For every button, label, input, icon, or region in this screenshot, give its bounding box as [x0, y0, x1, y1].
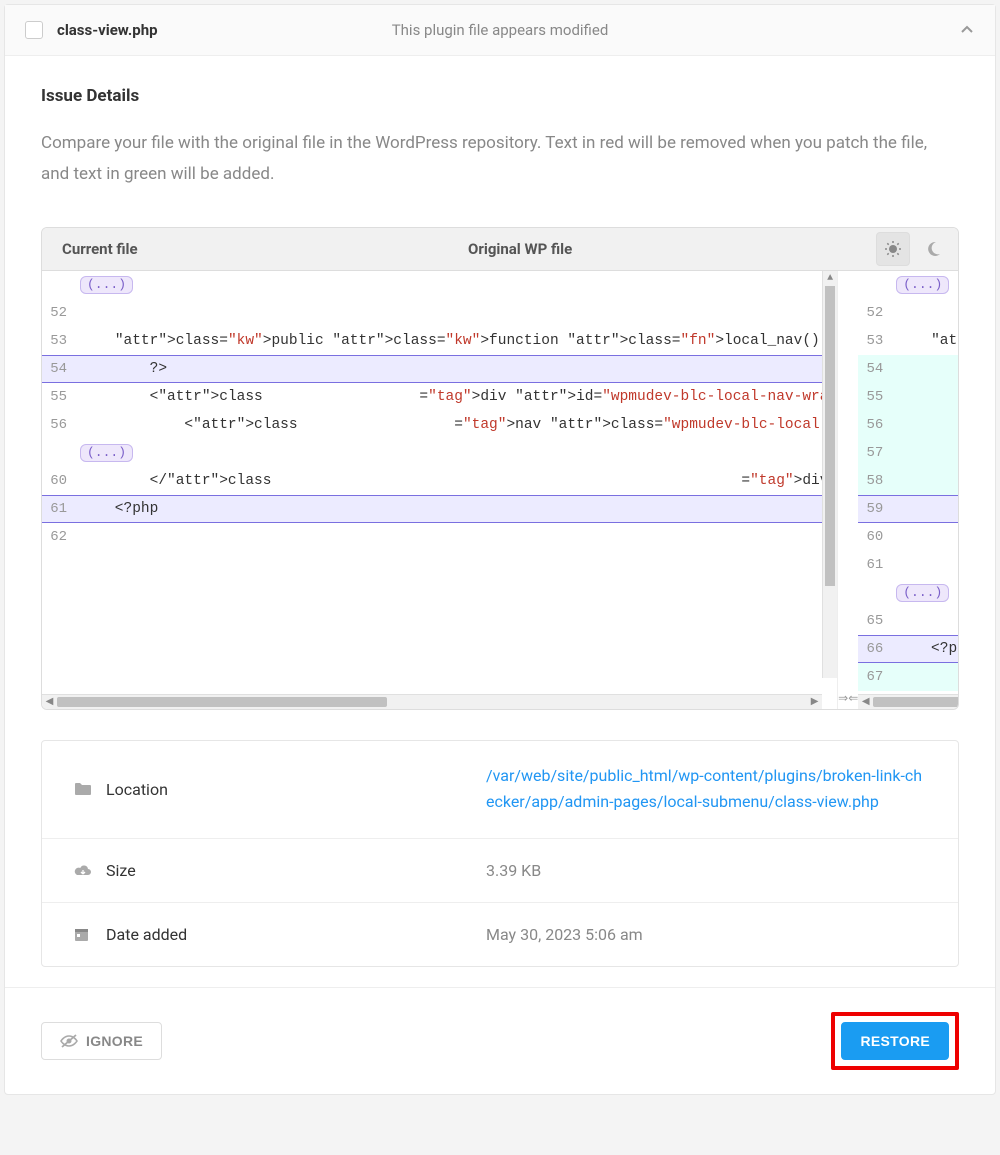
eye-off-icon [60, 1034, 78, 1048]
code-line: 61 <?php [42, 495, 837, 523]
code-line: 53 "attr">class="kw">public "attr">class… [858, 327, 959, 355]
section-description: Compare your file with the original file… [41, 128, 959, 191]
diff-header: Current file Original WP file [42, 228, 958, 271]
code-line: 60 <"attr">class="tag">div "attr">id="wp… [858, 523, 959, 551]
fold-marker[interactable]: (...) [858, 579, 959, 607]
code-right[interactable]: (...) 5253 "attr">class="kw">public "att… [858, 271, 959, 694]
code-line: 61 <"attr">class="tag">nav "attr">class=… [858, 551, 959, 579]
size-value: 3.39 KB [486, 861, 926, 880]
code-line: 67 "attr">class="fn">do_action( 'wpmudev… [858, 663, 959, 691]
meta-row-date: Date added May 30, 2023 5:06 am [42, 903, 958, 966]
horizontal-scrollbar[interactable]: ◀▶ [42, 694, 822, 709]
code-line: 59 ?> [858, 495, 959, 523]
diff-right-pane: (...) 5253 "attr">class="kw">public "att… [858, 271, 959, 709]
collapse-icon[interactable] [959, 22, 975, 38]
diff-body: (...) 5253 "attr">class="kw">public "att… [42, 271, 958, 709]
code-line: 52 [42, 299, 837, 327]
meta-row-size: Size 3.39 KB [42, 839, 958, 903]
code-line: 66 <?php [858, 635, 959, 663]
fold-marker[interactable]: (...) [42, 271, 837, 299]
file-meta-table: Location /var/web/site/public_html/wp-co… [41, 740, 959, 967]
code-line: 58 "attr">class="fn">do_action( 'wpmudev… [858, 467, 959, 495]
dark-theme-button[interactable] [916, 232, 950, 266]
issue-header[interactable]: class-view.php This plugin file appears … [5, 5, 995, 56]
diff-viewer: Current file Original WP file (...) [41, 227, 959, 710]
download-cloud-icon [74, 863, 106, 877]
calendar-icon [74, 927, 106, 942]
code-line: 65 </"attr">class="tag">div> [858, 607, 959, 635]
size-label: Size [106, 861, 486, 880]
code-line: 54 "attr">class="kw">if ( ! "attr">class… [858, 355, 959, 383]
meta-row-location: Location /var/web/site/public_html/wp-co… [42, 741, 958, 839]
code-line: 55 "attr">class="kw">return; [858, 383, 959, 411]
code-line: 52 [858, 299, 959, 327]
restore-button[interactable]: RESTORE [841, 1022, 949, 1060]
issue-card: class-view.php This plugin file appears … [4, 4, 996, 1095]
code-line: 54 ?> [42, 355, 837, 383]
issue-body: Issue Details Compare your file with the… [5, 56, 995, 987]
select-issue-checkbox[interactable] [25, 21, 43, 39]
code-line: 57 [858, 439, 959, 467]
horizontal-scrollbar[interactable]: ◀▶ [858, 694, 959, 709]
date-value: May 30, 2023 5:06 am [486, 925, 926, 944]
light-theme-button[interactable] [876, 232, 910, 266]
ignore-label: IGNORE [86, 1033, 143, 1049]
section-title: Issue Details [41, 86, 959, 106]
diff-sync-handle[interactable]: ⇒⇐ [838, 271, 858, 709]
location-label: Location [106, 780, 486, 799]
fold-marker[interactable]: (...) [858, 271, 959, 299]
code-left[interactable]: (...) 5253 "attr">class="kw">public "att… [42, 271, 837, 694]
diff-right-title: Original WP file [448, 228, 876, 270]
code-line: 56 <"attr">class="tag">nav "attr">class=… [42, 411, 837, 439]
restore-highlight: RESTORE [831, 1012, 959, 1070]
code-line: 62 [42, 523, 837, 551]
location-link[interactable]: /var/web/site/public_html/wp-content/plu… [486, 763, 926, 816]
restore-label: RESTORE [860, 1033, 930, 1049]
code-line: 56 } [858, 411, 959, 439]
fold-marker[interactable]: (...) [42, 439, 837, 467]
theme-toggles [876, 232, 958, 266]
ignore-button[interactable]: IGNORE [41, 1022, 162, 1060]
filename-label: class-view.php [57, 21, 158, 39]
code-line: 53 "attr">class="kw">public "attr">class… [42, 327, 837, 355]
vertical-scrollbar[interactable]: ▲ [822, 271, 837, 678]
folder-icon [74, 782, 106, 796]
diff-left-title: Current file [42, 228, 448, 270]
code-line: 55 <"attr">class="tag">div "attr">id="wp… [42, 383, 837, 411]
diff-left-pane: (...) 5253 "attr">class="kw">public "att… [42, 271, 838, 709]
issue-footer: IGNORE RESTORE [5, 987, 995, 1094]
date-label: Date added [106, 925, 486, 944]
code-line: 60 </"attr">class="tag">div> [42, 467, 837, 495]
